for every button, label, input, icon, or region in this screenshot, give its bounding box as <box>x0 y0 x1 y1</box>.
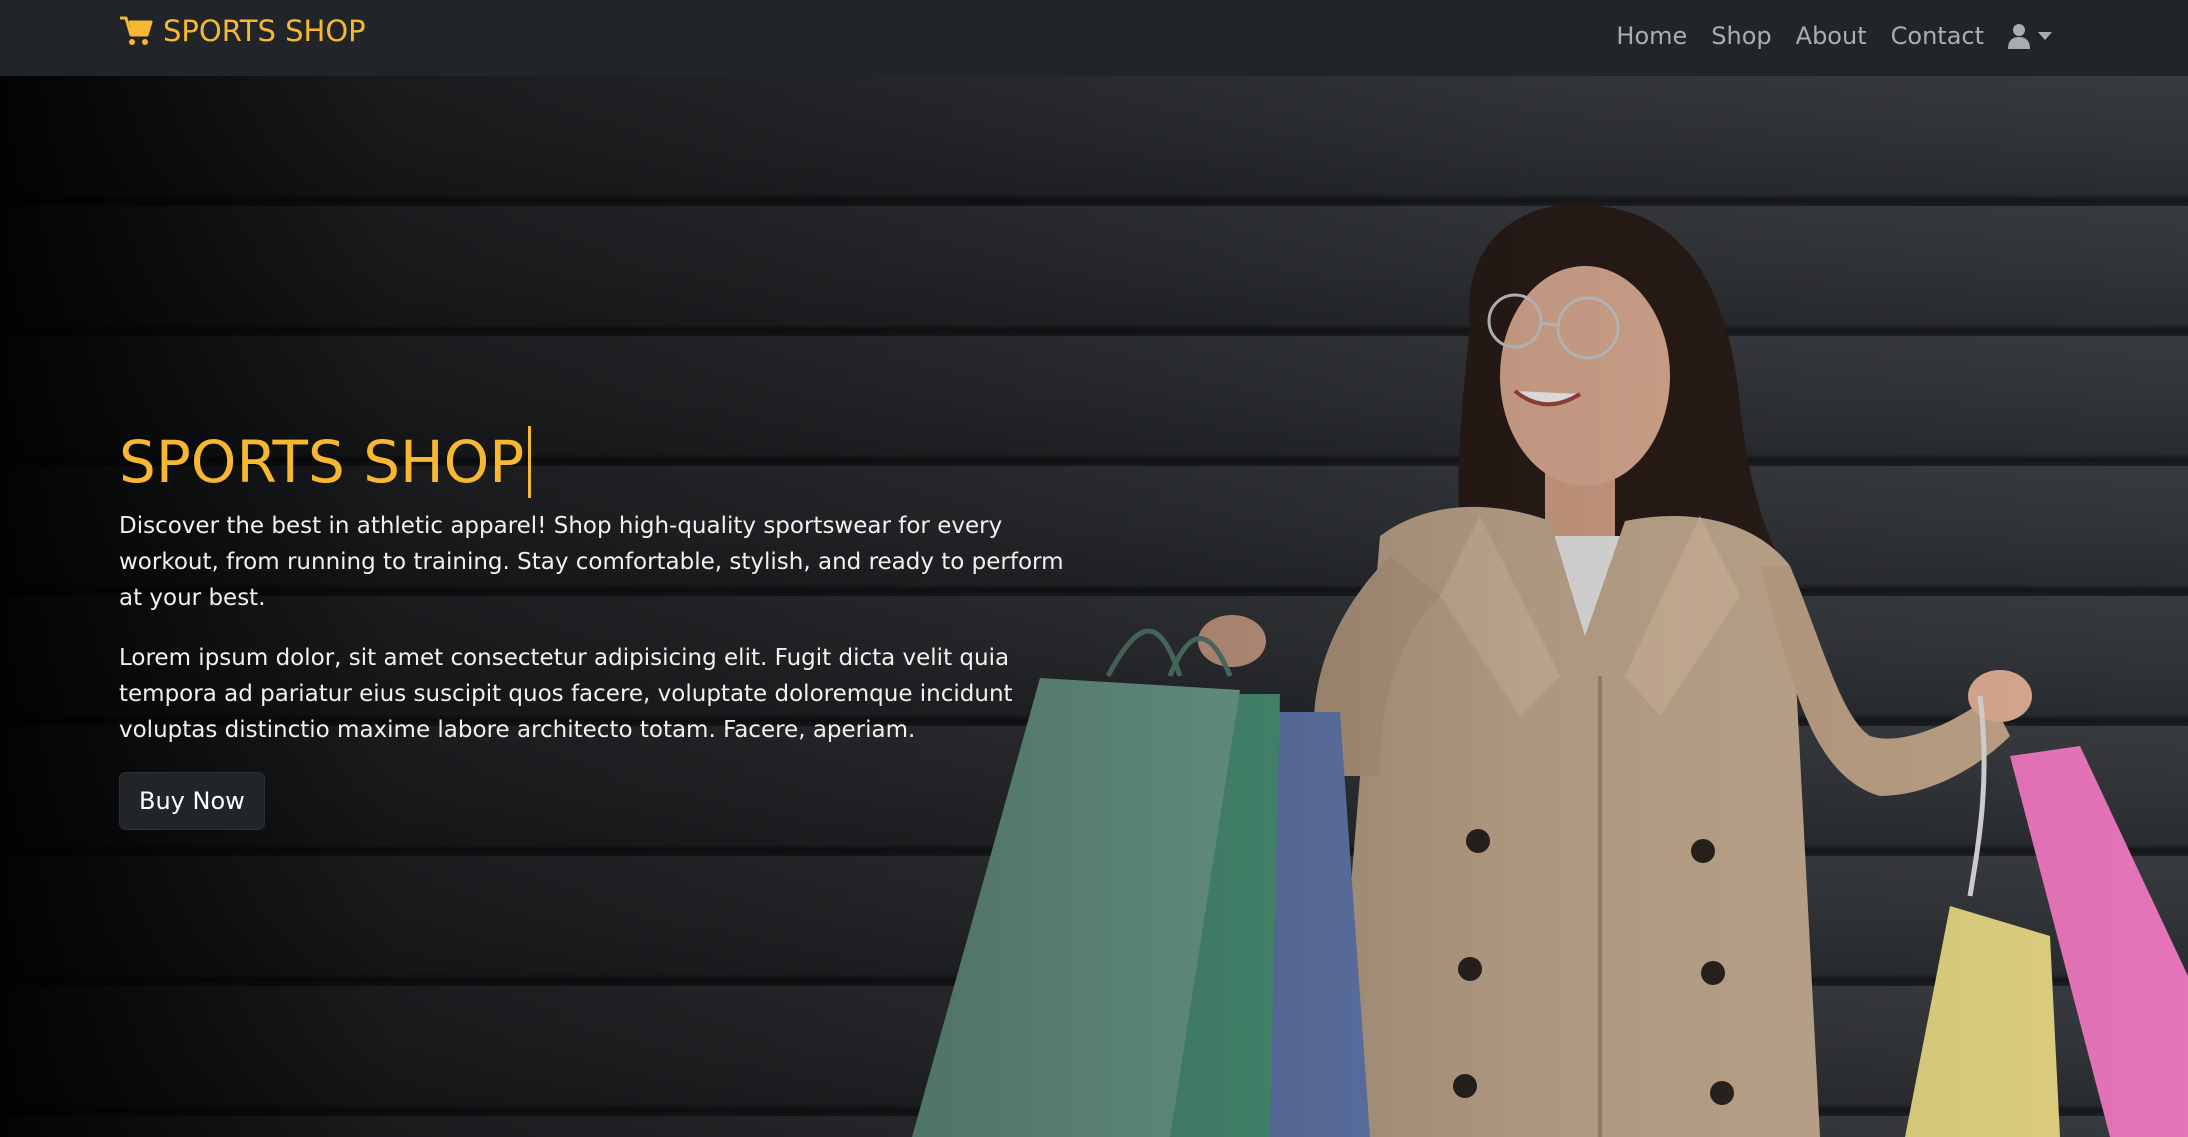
hero-content: SPORTS SHOP Discover the best in athleti… <box>119 426 1079 830</box>
cart-icon <box>120 16 153 45</box>
hero-description: Discover the best in athletic apparel! S… <box>119 513 1064 611</box>
buy-now-button[interactable]: Buy Now <box>119 772 265 830</box>
nav-contact[interactable]: Contact <box>1891 18 1984 54</box>
nav-shop[interactable]: Shop <box>1711 18 1771 54</box>
navbar: SPORTS SHOP Home Shop About Contact <box>0 0 2188 76</box>
nav-links: Home Shop About Contact <box>1616 18 2052 54</box>
hero-section: SPORTS SHOP Discover the best in athleti… <box>0 76 2188 1137</box>
user-icon <box>2008 24 2030 49</box>
hero-paragraph: Lorem ipsum dolor, sit amet consectetur … <box>119 645 1013 743</box>
hero-title: SPORTS SHOP <box>119 426 532 498</box>
nav-about[interactable]: About <box>1796 18 1867 54</box>
brand-link[interactable]: SPORTS SHOP <box>119 14 366 48</box>
nav-home[interactable]: Home <box>1616 18 1687 54</box>
brand-label: SPORTS SHOP <box>163 14 366 48</box>
caret-down-icon <box>2038 32 2052 40</box>
user-dropdown[interactable] <box>2008 23 2052 49</box>
